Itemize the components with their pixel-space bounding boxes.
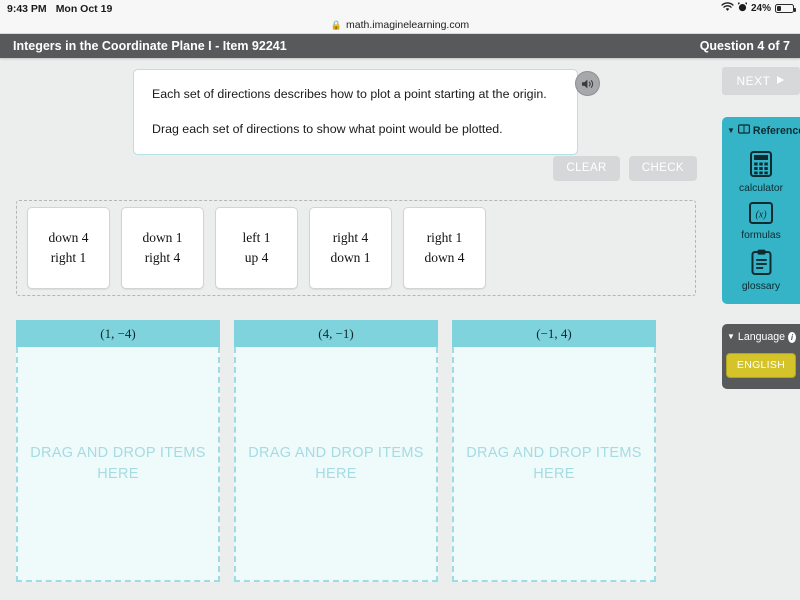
reference-item-calculator[interactable]: calculator (722, 151, 800, 194)
reference-item-label: glossary (741, 281, 781, 292)
url-text: math.imaginelearning.com (346, 19, 470, 31)
status-bar-time: 9:43 PM (7, 2, 47, 15)
drag-card-line-1: down 1 (142, 229, 183, 245)
drop-zone[interactable]: (−1, 4) DRAG AND DROP ITEMS HERE (452, 320, 656, 582)
battery-icon (775, 4, 796, 13)
clipboard-icon (751, 249, 772, 278)
clear-button[interactable]: CLEAR (553, 156, 620, 181)
language-panel-title: Language (737, 331, 786, 343)
play-triangle-icon (776, 74, 786, 88)
reference-item-label: calculator (738, 183, 784, 194)
action-button-row: CLEAR CHECK (553, 156, 697, 181)
caret-down-icon: ▼ (727, 125, 735, 135)
lock-icon: 🔒 (330, 19, 343, 30)
drop-zone-placeholder[interactable]: DRAG AND DROP ITEMS HERE (452, 347, 656, 582)
svg-text:(x): (x) (755, 210, 767, 221)
calculator-icon (750, 151, 772, 180)
drag-source-tray: down 4 right 1 down 1 right 4 left 1 up … (16, 200, 696, 296)
next-button[interactable]: NEXT (722, 67, 800, 95)
language-english-button[interactable]: ENGLISH (725, 353, 797, 378)
question-counter: Question 4 of 7 (699, 39, 790, 53)
drag-card[interactable]: down 1 right 4 (121, 207, 204, 289)
app-screen: 9:43 PM Mon Oct 19 24% 🔒 math.imaginelea… (0, 0, 800, 600)
status-bar-date: Mon Oct 19 (55, 2, 113, 15)
drag-card-line-2: right 1 (50, 250, 87, 265)
next-button-label: NEXT (736, 74, 771, 88)
drag-card[interactable]: left 1 up 4 (215, 207, 298, 289)
reference-panel-title: Reference (752, 124, 800, 137)
ios-status-bar: 9:43 PM Mon Oct 19 24% (0, 0, 800, 17)
right-rail: NEXT ▼ Reference calculator (x) formulas… (712, 58, 800, 600)
drag-card-line-2: down 1 (330, 250, 371, 265)
alarm-clock-icon (737, 2, 748, 15)
browser-url-bar[interactable]: 🔒 math.imaginelearning.com (0, 17, 800, 34)
drop-zone-label: (−1, 4) (452, 320, 656, 347)
reference-item-label: formulas (741, 230, 781, 241)
battery-percent: 24% (750, 3, 771, 14)
reference-item-glossary[interactable]: glossary (722, 249, 800, 292)
status-bar-right: 24% (721, 2, 800, 15)
drop-zone-row: (1, −4) DRAG AND DROP ITEMS HERE (4, −1)… (16, 320, 696, 582)
wifi-icon (721, 2, 734, 15)
instruction-line-1: Each set of directions describes how to … (152, 87, 547, 101)
drop-zone[interactable]: (1, −4) DRAG AND DROP ITEMS HERE (16, 320, 220, 582)
drag-card-line-2: right 4 (144, 250, 181, 265)
drag-card-line-1: down 4 (48, 229, 89, 245)
drop-zone-label: (4, −1) (234, 320, 438, 347)
info-icon[interactable]: i (788, 331, 796, 343)
speaker-icon[interactable] (575, 71, 600, 96)
reference-panel: ▼ Reference calculator (x) formulas glos… (722, 117, 800, 304)
reference-panel-header[interactable]: ▼ Reference (722, 117, 800, 143)
drag-card[interactable]: right 4 down 1 (309, 207, 392, 289)
drop-zone[interactable]: (4, −1) DRAG AND DROP ITEMS HERE (234, 320, 438, 582)
reference-item-formulas[interactable]: (x) formulas (722, 202, 800, 241)
drag-card[interactable]: down 4 right 1 (27, 207, 110, 289)
drag-card-line-2: up 4 (244, 250, 269, 265)
instruction-line-2: Drag each set of directions to show what… (152, 121, 503, 136)
caret-down-icon: ▼ (727, 332, 735, 341)
drop-zone-label: (1, −4) (16, 320, 220, 347)
drag-card-line-2: down 4 (424, 250, 465, 265)
main-content: Each set of directions describes how to … (0, 58, 712, 600)
language-panel-header[interactable]: ▼ Language i (722, 324, 800, 349)
formulas-icon: (x) (749, 202, 773, 227)
drag-card-line-1: left 1 (242, 229, 271, 245)
check-button[interactable]: CHECK (628, 156, 697, 181)
drag-card[interactable]: right 1 down 4 (403, 207, 486, 289)
drop-zone-placeholder[interactable]: DRAG AND DROP ITEMS HERE (16, 347, 220, 582)
status-bar-left: 9:43 PM Mon Oct 19 (0, 3, 112, 15)
drag-card-line-1: right 4 (332, 229, 369, 245)
book-icon (737, 124, 750, 137)
language-panel: ▼ Language i ENGLISH (722, 324, 800, 389)
instruction-box: Each set of directions describes how to … (133, 69, 578, 156)
drop-zone-placeholder[interactable]: DRAG AND DROP ITEMS HERE (234, 347, 438, 582)
app-title-bar: Integers in the Coordinate Plane I - Ite… (0, 34, 800, 58)
prompt-wrapper: Each set of directions describes how to … (133, 69, 600, 156)
lesson-title: Integers in the Coordinate Plane I - Ite… (13, 39, 287, 53)
drag-card-line-1: right 1 (426, 229, 463, 245)
